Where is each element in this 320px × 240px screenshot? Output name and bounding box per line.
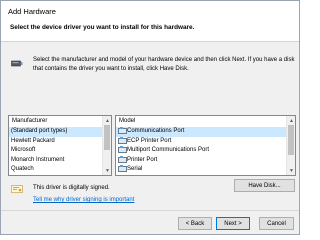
manufacturer-item[interactable]: (Standard port types) <box>9 127 102 137</box>
port-icon <box>118 146 127 153</box>
model-item[interactable]: ECP Printer Port <box>116 136 286 147</box>
header-title: Select the device driver you want to ins… <box>10 24 195 31</box>
model-item-label: Multiport Communications Port <box>127 147 210 153</box>
manufacturer-item[interactable]: Monarch Instrument <box>9 156 102 166</box>
signed-status-text: This driver is digitally signed. <box>33 185 110 191</box>
footer-divider <box>1 210 299 211</box>
model-item-label: Printer Port <box>127 156 158 163</box>
wizard-header: Select the device driver you want to ins… <box>1 21 299 41</box>
scroll-down-icon[interactable]: ▼ <box>103 166 112 175</box>
model-header: Model <box>119 118 136 124</box>
model-item[interactable]: Serial <box>116 165 286 175</box>
model-item-label: ECP Printer Port <box>127 137 172 144</box>
scroll-down-icon[interactable]: ▼ <box>287 166 296 175</box>
port-icon <box>118 165 127 172</box>
manufacturer-item[interactable]: Microsoft <box>9 146 102 156</box>
manufacturer-items: (Standard port types) Hewlett Packard Mi… <box>9 127 102 175</box>
manufacturer-list[interactable]: Manufacturer (Standard port types) Hewle… <box>8 115 112 176</box>
scroll-up-icon[interactable]: ▲ <box>287 116 296 125</box>
manufacturer-item[interactable]: Quatech <box>9 165 102 175</box>
model-item-label: Communications Port <box>127 128 185 134</box>
add-hardware-window: Add Hardware Select the device driver yo… <box>0 0 300 235</box>
hardware-device-icon <box>11 60 23 67</box>
manufacturer-header: Manufacturer <box>12 118 48 124</box>
back-button[interactable]: < Back <box>178 217 212 230</box>
driver-signing-link[interactable]: Tell me why driver signing is important <box>33 197 134 203</box>
model-item-label: Serial <box>127 166 143 172</box>
model-list[interactable]: Model Communications Port ECP Printer Po… <box>115 115 296 176</box>
have-disk-button[interactable]: Have Disk... <box>234 179 295 192</box>
scroll-thumb[interactable] <box>104 125 110 150</box>
model-item[interactable]: Multiport Communications Port <box>116 146 286 156</box>
title-bar: Add Hardware <box>1 1 299 21</box>
model-item[interactable]: Printer Port <box>116 155 286 166</box>
instructions-text: Select the manufacturer and model of you… <box>33 57 295 72</box>
port-icon <box>118 127 127 134</box>
scroll-up-icon[interactable]: ▲ <box>103 116 112 125</box>
port-icon <box>118 155 127 163</box>
model-scrollbar[interactable]: ▲ ▼ <box>286 116 295 175</box>
window-title: Add Hardware <box>8 7 56 16</box>
manufacturer-item[interactable]: Hewlett Packard <box>9 137 102 147</box>
next-button[interactable]: Next > <box>216 217 250 230</box>
model-item[interactable]: Communications Port <box>116 127 286 137</box>
cancel-button[interactable]: Cancel <box>259 217 294 230</box>
model-items: Communications Port ECP Printer Port Mul… <box>116 127 286 175</box>
manufacturer-scrollbar[interactable]: ▲ ▼ <box>102 116 111 175</box>
signed-driver-icon <box>11 185 23 193</box>
port-icon <box>118 136 127 144</box>
scroll-thumb[interactable] <box>288 125 294 155</box>
